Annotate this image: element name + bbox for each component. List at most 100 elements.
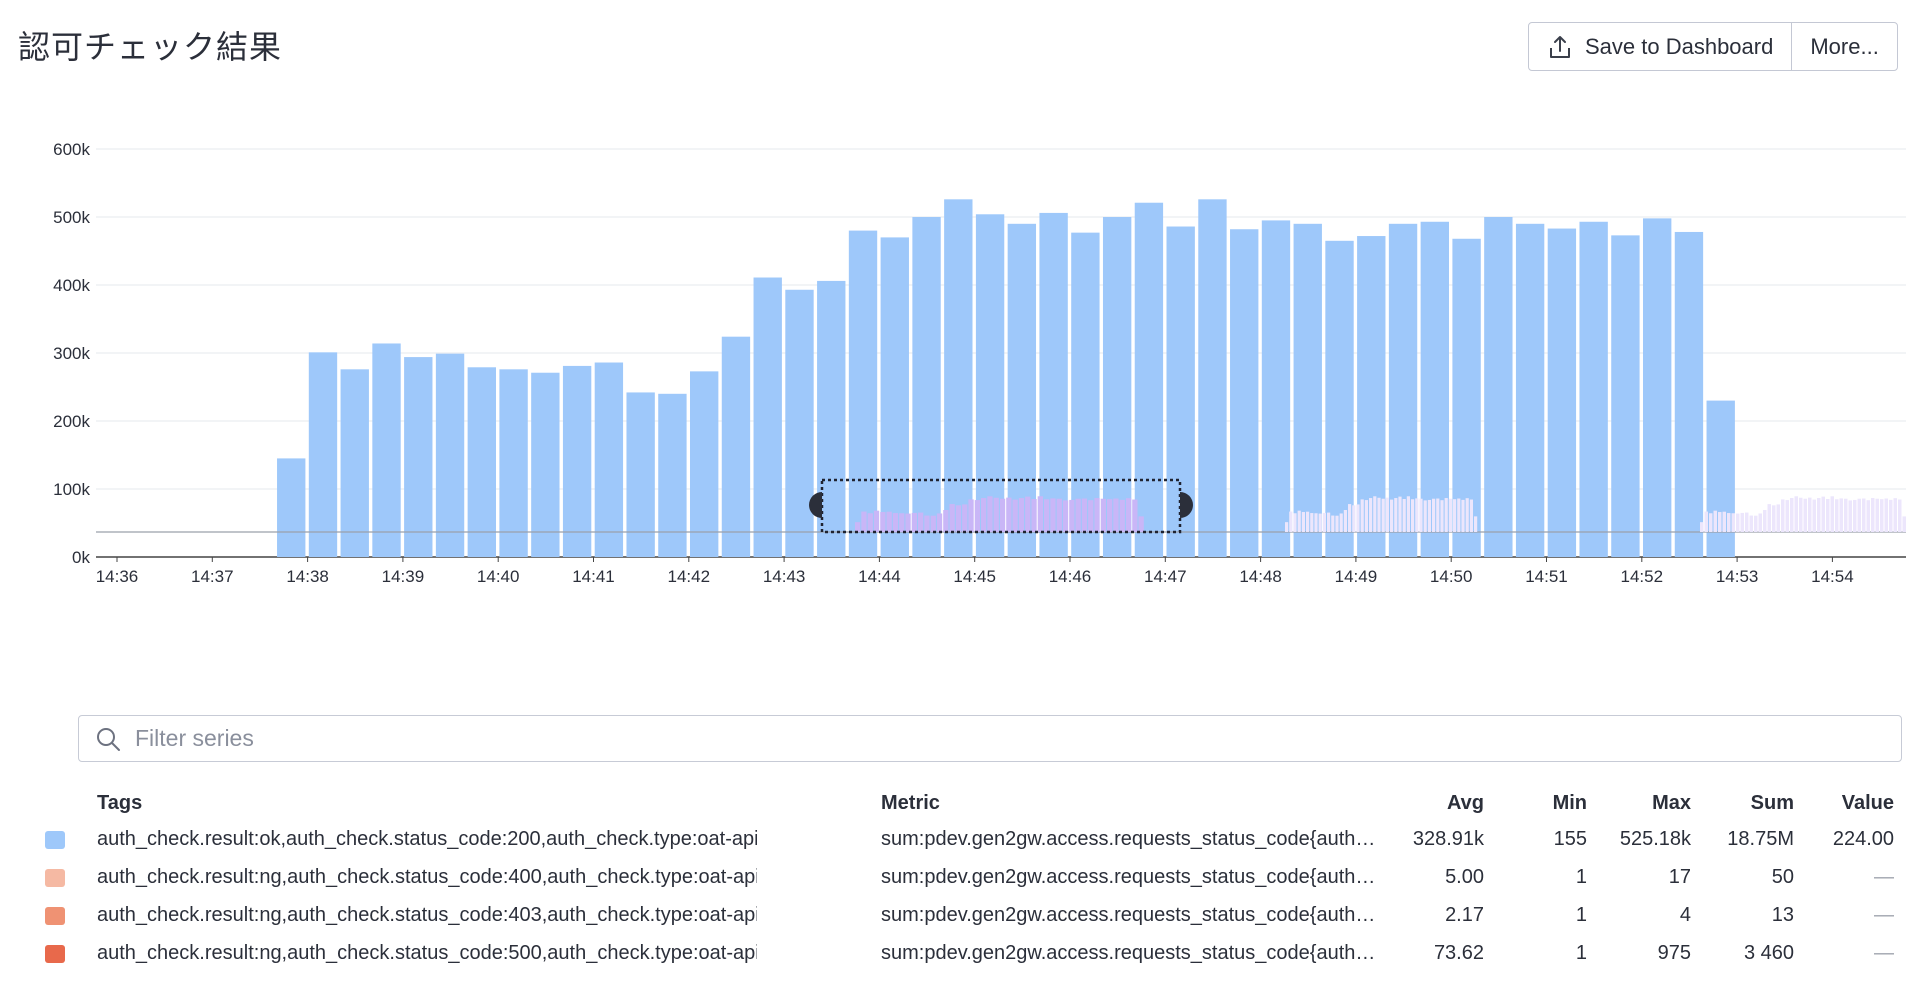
minimap-bar [1088,500,1094,532]
series-sum: 18.75M [1727,828,1794,850]
minimap-bar [1736,513,1740,532]
x-tick-label: 14:51 [1525,567,1568,586]
header-metric[interactable]: Metric [881,786,1381,820]
minimap-bar [1758,513,1762,532]
chart-bar[interactable] [1611,235,1640,558]
minimap-bar [1018,498,1025,532]
minimap-bar [1113,498,1119,532]
series-color-swatch[interactable] [45,907,65,925]
chart-bar[interactable] [1706,400,1735,557]
minimap-bar [955,505,962,532]
header-value[interactable]: Value [1800,786,1894,820]
chart-bar[interactable] [1579,221,1608,557]
minimap-bar [1411,499,1415,532]
chart-bar[interactable] [467,367,496,557]
chart-bar[interactable] [1230,229,1259,557]
series-color-swatch[interactable] [45,945,65,963]
minimap-bar [1740,512,1744,532]
chart-bar[interactable] [404,357,433,557]
chart-bar[interactable] [753,277,782,557]
chart-bars[interactable] [277,199,1735,558]
filter-series-input[interactable] [135,725,1901,752]
series-avg: 5.00 [1445,866,1484,888]
legend-row[interactable]: auth_check.result:ok,auth_check.status_c… [0,822,1920,860]
x-tick-label: 14:49 [1335,567,1378,586]
chart-bar[interactable] [880,237,909,557]
chart-bar[interactable] [848,230,878,557]
minimap-bar [1767,504,1771,532]
chart-bar[interactable] [721,336,751,557]
minimap-bar [1343,509,1347,532]
minimap-bar [1322,512,1326,532]
y-tick-label: 400k [53,276,90,295]
minimap-bar [1062,500,1069,532]
chart-bar[interactable] [594,362,624,557]
minimap-bar [1381,498,1385,532]
chart-bar[interactable] [1515,223,1545,558]
x-tick-label: 14:52 [1621,567,1664,586]
chart-bar[interactable] [785,289,814,557]
header-min[interactable]: Min [1490,786,1587,820]
legend-row[interactable]: auth_check.result:ng,auth_check.status_c… [0,936,1920,974]
y-tick-label: 200k [53,412,90,431]
chart-bar[interactable] [1134,202,1164,557]
minimap-bar [1772,505,1776,532]
chart-bar[interactable] [912,217,941,557]
minimap-bar [1713,510,1717,532]
chart-bar[interactable] [435,353,465,557]
chart-bar[interactable] [690,371,719,557]
more-button[interactable]: More... [1791,23,1896,70]
chart-bar[interactable] [1643,218,1672,558]
legend-row[interactable]: auth_check.result:ng,auth_check.status_c… [0,860,1920,898]
timeseries-chart[interactable]: 0k100k200k300k400k500k600k 14:36 14:37 14:… [0,120,1920,680]
minimap-bar [1465,498,1469,532]
chart-bar[interactable] [340,369,369,557]
save-to-dashboard-button[interactable]: Save to Dashboard [1529,23,1791,70]
save-to-dashboard-label: Save to Dashboard [1585,33,1774,59]
chart-bar[interactable] [1261,220,1291,557]
legend-row[interactable]: auth_check.result:ng,auth_check.status_c… [0,898,1920,936]
minimap-bar [905,513,911,532]
header-sum[interactable]: Sum [1697,786,1794,820]
chart-bar[interactable] [277,458,306,557]
chart-bar[interactable] [562,365,592,557]
chart-bar[interactable] [1547,228,1577,557]
series-value: — [1874,904,1894,926]
minimap-bar [1398,496,1402,532]
legend-header-row: Tags Metric Avg Min Max Sum Value [0,786,1920,822]
minimap-bar [1821,496,1825,532]
x-tick-label: 14:44 [858,567,901,586]
chart-bar[interactable] [944,199,973,557]
x-tick-label: 14:40 [477,567,520,586]
series-min: 1 [1575,904,1587,926]
minimap-bar [968,499,974,532]
minimap-bar [993,497,999,532]
minimap-bar [1781,499,1785,532]
series-color-swatch[interactable] [45,869,65,887]
x-tick-label: 14:43 [763,567,806,586]
chart-bar[interactable] [372,343,401,557]
header-max[interactable]: Max [1593,786,1691,820]
chart-bar[interactable] [1293,223,1322,558]
chart-bar[interactable] [499,369,528,557]
x-tick-label: 14:53 [1716,567,1759,586]
search-icon [97,727,120,751]
chart-bar[interactable] [1674,231,1704,557]
x-tick-label: 14:47 [1144,567,1187,586]
minimap-bar [1794,496,1798,532]
series-color-swatch[interactable] [45,831,65,849]
header-tags[interactable]: Tags [97,786,757,820]
x-tick-label: 14:54 [1811,567,1854,586]
chart-bar[interactable] [1198,199,1227,557]
chart-bar[interactable] [308,352,338,557]
chart-bar[interactable] [1484,217,1513,557]
filter-series-field[interactable] [78,715,1902,762]
y-tick-label: 500k [53,208,90,227]
header-actions: Save to Dashboard More... [1528,22,1898,71]
header-avg[interactable]: Avg [1390,786,1484,820]
chart-bar[interactable] [531,372,560,557]
minimap-bar [1050,498,1056,532]
minimap-bar [1138,516,1144,532]
minimap-bar [892,513,899,532]
minimap-bar [1862,498,1866,532]
